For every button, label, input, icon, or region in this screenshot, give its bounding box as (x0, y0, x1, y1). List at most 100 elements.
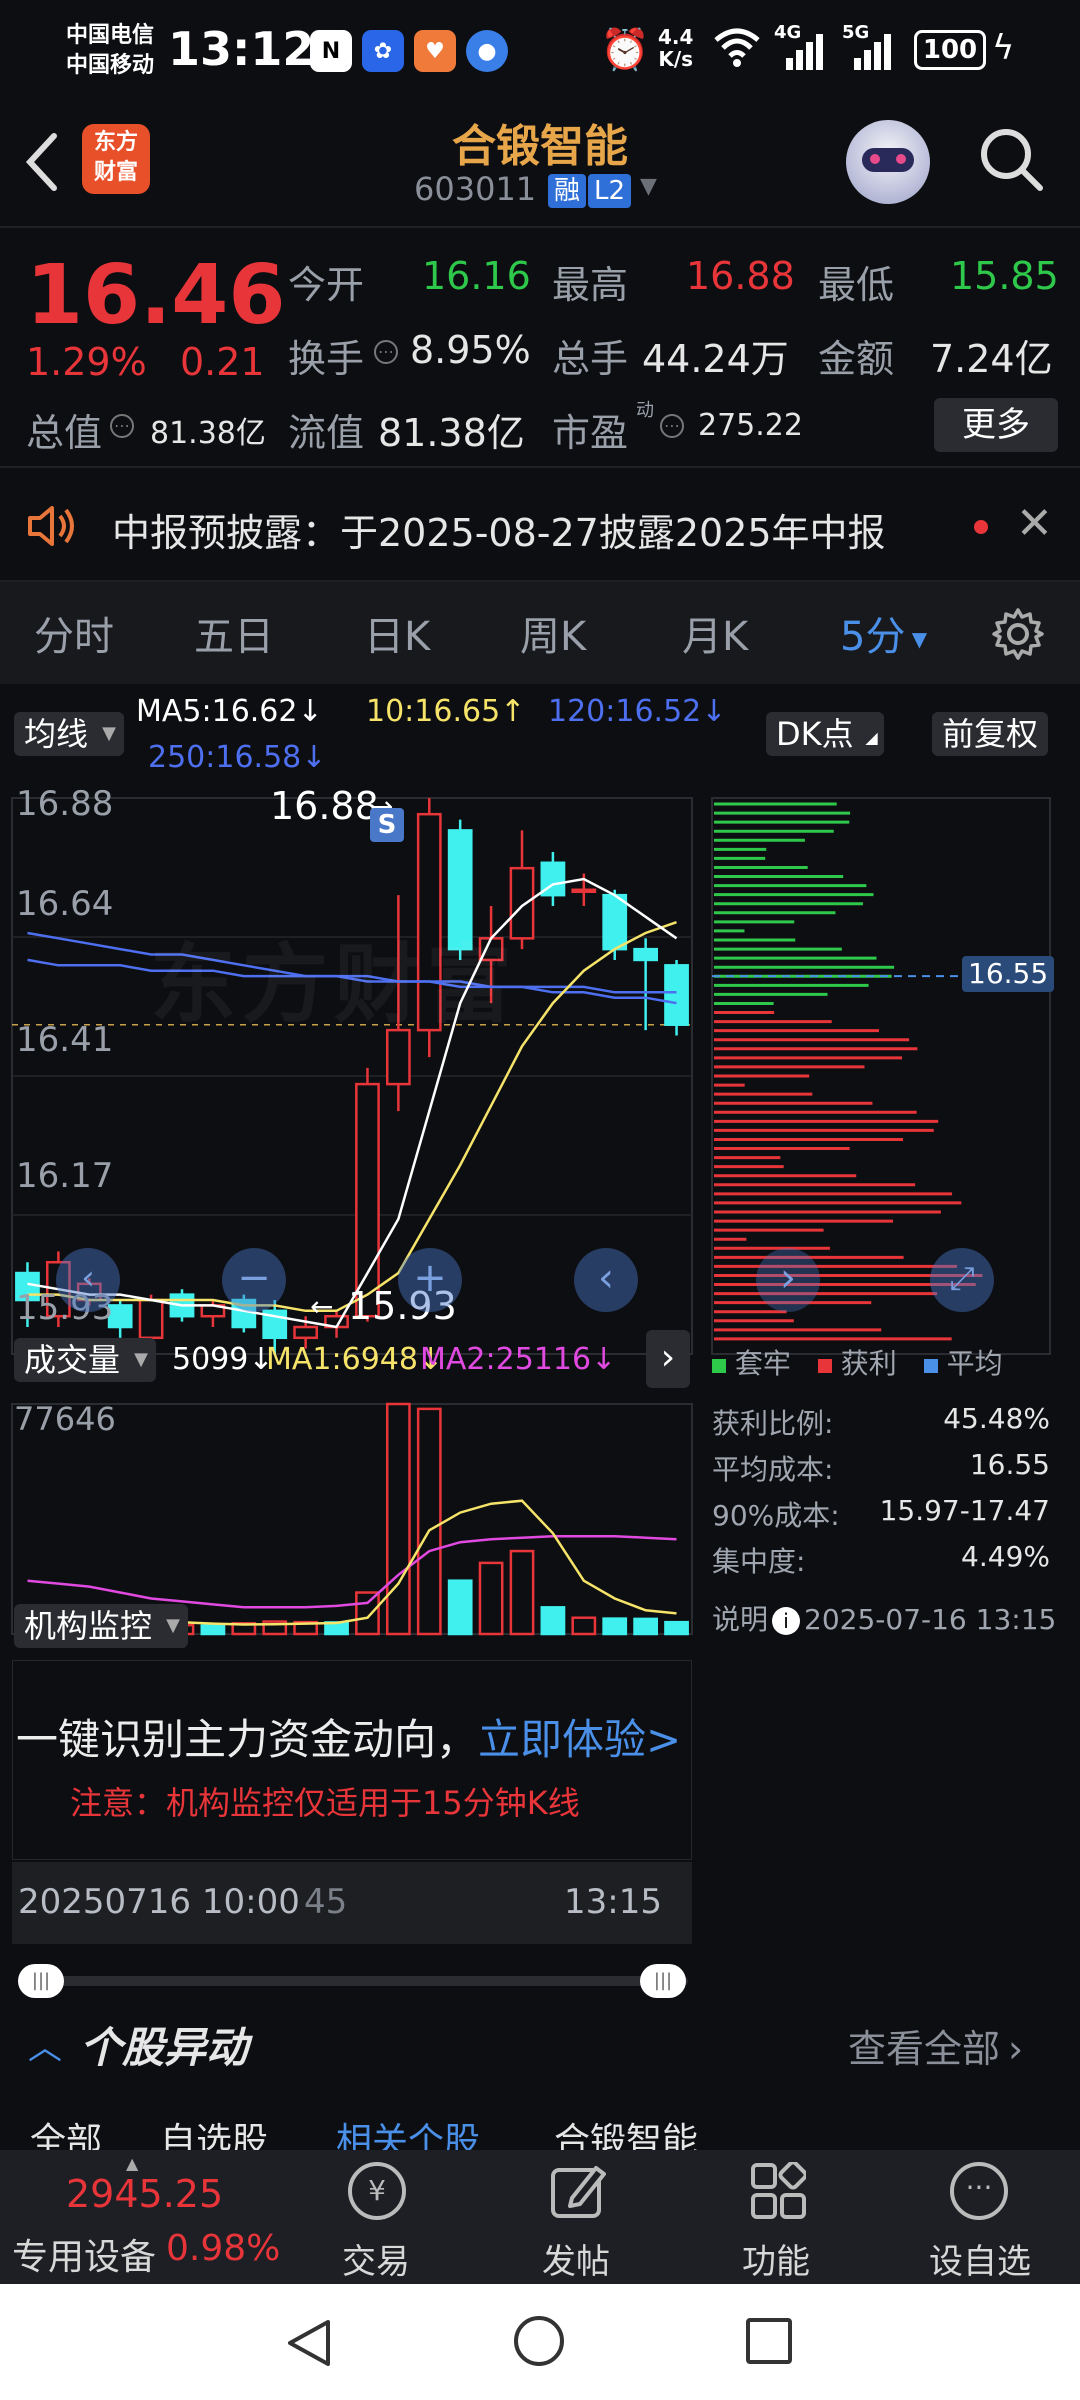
notice-bar[interactable]: 中报预披露：于2025-08-27披露2025年中报 ✕ (0, 466, 1080, 582)
watermark: 东方财富 (150, 935, 518, 1035)
monitor-line-text: 一键识别主力资金动向， (16, 1715, 479, 1764)
mktcap-value: 81.38亿 (150, 416, 266, 451)
zoom-in-icon[interactable]: + (398, 1248, 462, 1312)
status-time: 13:12 (168, 22, 315, 76)
high-mark: 16.88 (270, 784, 379, 828)
tab-monthly-k[interactable]: 月K (682, 604, 748, 662)
monitor-line: 一键识别主力资金动向，立即体验> (16, 1706, 681, 1767)
collapse-icon[interactable]: ︿ (28, 2020, 62, 2069)
volume-bar (602, 1617, 628, 1636)
chip-note-label: 说明 (712, 1603, 769, 1636)
search-icon[interactable] (976, 124, 1046, 198)
trade-button[interactable]: ¥ 交易 (306, 2150, 446, 2284)
more-dots-icon: ··· (950, 2162, 1008, 2220)
chart-scroll-left-icon-2[interactable]: ‹ (574, 1248, 638, 1312)
tab-5min-label: 5分 (840, 614, 906, 660)
speaker-icon (26, 502, 82, 554)
volume-bar (385, 1402, 411, 1636)
candle-body (571, 888, 597, 894)
post-button[interactable]: 发帖 (506, 2150, 646, 2284)
tab-weekly-k[interactable]: 周K (520, 604, 586, 662)
baidu-icon: ✿ (362, 30, 404, 72)
monitor-label: 机构监控 (24, 1607, 153, 1645)
dk-point-button[interactable]: DK点 ◢ (766, 712, 884, 756)
low-label: 最低 (818, 263, 895, 307)
ma120-label: 120:16.52↓ (548, 694, 727, 729)
bottom-toolbar: ▲ 2945.25 专用设备 0.98% ¥ 交易 发帖 功能 ··· 设自选 (0, 2150, 1080, 2284)
close-icon[interactable]: ✕ (1016, 500, 1053, 548)
tab-5min[interactable]: 5分 ▼ (840, 604, 927, 662)
period-tabs: 分时 五日 日K 周K 月K 5分 ▼ (0, 582, 1080, 684)
ma10-label: 10:16.65↑ (366, 694, 526, 729)
news-subtab[interactable]: 自选股 (160, 2112, 268, 2150)
nav-home-icon[interactable] (514, 2316, 564, 2366)
zoom-out-icon[interactable]: − (222, 1248, 286, 1312)
chip-note[interactable]: 说明 i 2025-07-16 13:15 (712, 1598, 1056, 1638)
l2-tag[interactable]: L2 (588, 174, 632, 208)
candle-body (293, 1325, 319, 1340)
view-all-label: 查看全部 (848, 2027, 1001, 2071)
volume-value: 44.24万 (642, 337, 789, 381)
monitor-select[interactable]: 机构监控 ▼ (14, 1604, 189, 1648)
s-signal-badge[interactable]: S (370, 808, 404, 842)
float-value: 81.38亿 (378, 411, 525, 455)
robot-assistant-icon[interactable] (846, 120, 930, 204)
candle-body (602, 893, 628, 951)
notice-dot (974, 520, 988, 534)
price-axis-1: 16.88 (16, 784, 114, 824)
volume-current: 5099↓ (172, 1342, 274, 1377)
function-button[interactable]: 功能 (706, 2150, 846, 2284)
adjust-button[interactable]: 前复权 (932, 712, 1049, 756)
tab-intraday[interactable]: 分时 (34, 604, 114, 662)
nav-recents-icon[interactable] (746, 2318, 792, 2364)
post-label: 发帖 (542, 2242, 610, 2282)
chart-scroll-right-icon[interactable]: › (756, 1248, 820, 1312)
net-speed-value: 4.4 (658, 25, 694, 49)
time-axis: 20250716 10:00 45 13:15 (12, 1862, 692, 1944)
settings-gear-icon[interactable] (990, 606, 1046, 666)
kline-chart-area: 均线 ▼ MA5:16.62↓ 10:16.65↑ 120:16.52↓ 250:… (0, 684, 1080, 1998)
volume-indicator-select[interactable]: 成交量 ▼ (14, 1338, 157, 1382)
stock-alert-section: ︿ 个股异动 查看全部 › 全部 自选股 相关个股 合锻智能 (0, 1984, 1080, 2150)
mktcap-info-icon[interactable]: ⋯ (110, 414, 134, 438)
edit-icon (550, 2162, 606, 2224)
legend-avg: 平均 (946, 1347, 1003, 1380)
indicator-select[interactable]: 均线 ▼ (14, 712, 125, 756)
chip-row-label: 集中度: (712, 1545, 806, 1578)
tab-daily-k[interactable]: 日K (364, 604, 430, 662)
yen-icon: ¥ (348, 2162, 406, 2220)
volume-frame (11, 1403, 693, 1635)
tab-dropdown-icon: ▼ (905, 627, 928, 651)
expand-right-icon[interactable]: › (646, 1330, 690, 1388)
more-button[interactable]: 更多 (934, 398, 1058, 452)
volume-bar (509, 1549, 535, 1636)
chart-scroll-left-icon[interactable]: ‹ (56, 1248, 120, 1312)
high-label: 最高 (552, 263, 629, 307)
sector-change: 0.98% (166, 2228, 281, 2269)
carrier-2: 中国移动 (66, 53, 155, 78)
news-subtab[interactable]: 全部 (30, 2112, 102, 2150)
price-axis-4: 16.17 (16, 1156, 114, 1196)
fullscreen-icon[interactable]: ⤢ (930, 1248, 994, 1312)
turnover-info-icon[interactable]: ⋯ (374, 340, 398, 364)
dk-corner-icon: ◢ (865, 728, 878, 747)
chip-row-value: 4.49% (961, 1540, 1050, 1573)
grid-apps-icon (750, 2160, 808, 2224)
volume-bar (355, 1591, 380, 1636)
legend-trapped: 套牢 (734, 1347, 791, 1380)
volume-dropdown-icon: ▼ (134, 1349, 149, 1370)
pe-info-icon[interactable]: ⋯ (660, 414, 684, 438)
low-value: 15.85 (950, 254, 1059, 298)
code-dropdown-icon[interactable]: ▼ (640, 174, 657, 199)
volume-bar (664, 1620, 689, 1636)
monitor-try-link[interactable]: 立即体验> (478, 1715, 681, 1764)
tab-five-day[interactable]: 五日 (194, 604, 274, 662)
news-subtab[interactable]: 合锻智能 (554, 2112, 698, 2150)
news-subtab[interactable]: 相关个股 (336, 2112, 480, 2150)
view-all-link[interactable]: 查看全部 › (848, 2018, 1023, 2073)
turnover-label: 换手 (288, 337, 365, 381)
add-watchlist-button[interactable]: ··· 设自选 (910, 2150, 1050, 2284)
change-percent: 1.29% (26, 340, 147, 384)
sector-index[interactable]: ▲ 2945.25 专用设备 0.98% (0, 2150, 290, 2284)
nav-back-icon[interactable] (284, 2316, 334, 2374)
